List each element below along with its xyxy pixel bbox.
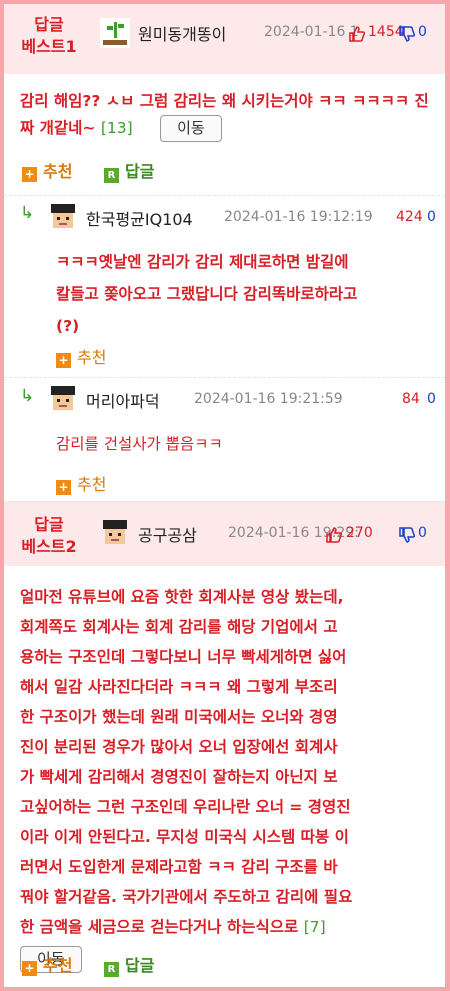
thumb-up-icon[interactable] bbox=[326, 527, 342, 543]
plus-icon: + bbox=[22, 961, 37, 976]
author-nick[interactable]: 공구공삼 bbox=[138, 522, 197, 546]
best-label: 답글 베스트1 bbox=[21, 15, 77, 56]
comment-date: 2024-01-16 19:21:59 bbox=[194, 391, 343, 407]
reply-count: [7] bbox=[303, 918, 326, 936]
comment-date: 2024-01-16 1 bbox=[264, 24, 359, 40]
best-comment-2-header: 답글 베스트2 공구공삼 2024-01-16 19:29: 270 0 bbox=[4, 502, 445, 566]
best-label: 답글 베스트2 bbox=[21, 515, 77, 556]
recommend-button[interactable]: + 추천 bbox=[22, 952, 72, 976]
divider bbox=[4, 195, 445, 196]
best-comment-2-body: 얼마전 유튜브에 요즘 핫한 회계사분 영상 봤는데, 회계쪽도 회계사는 회계… bbox=[20, 582, 444, 974]
divider bbox=[4, 377, 445, 378]
author-nick[interactable]: 원미동개똥이 bbox=[138, 21, 226, 45]
reply-button[interactable]: R 답글 bbox=[104, 158, 154, 183]
up-count: 424 bbox=[396, 209, 423, 225]
down-count: 0 bbox=[418, 24, 427, 40]
down-count: 0 bbox=[427, 391, 436, 407]
reply-r-icon: R bbox=[104, 962, 119, 977]
plus-icon: + bbox=[22, 167, 37, 182]
reply-r-icon: R bbox=[104, 168, 119, 183]
comment-list: 답글 베스트1 원미동개똥이 2024-01-16 1 1454 0 감리 해임… bbox=[4, 4, 445, 987]
up-count: 84 bbox=[402, 391, 420, 407]
plus-icon: + bbox=[56, 353, 71, 368]
recommend-button[interactable]: + 추천 bbox=[56, 344, 106, 368]
reply-count: [13] bbox=[100, 119, 133, 137]
best-comment-1-body: 감리 해임?? ㅅㅂ 그럼 감리는 왜 시키는거야 ㅋㅋ ㅋㅋㅋㅋ 진짜 개같네… bbox=[20, 88, 440, 142]
up-count: 270 bbox=[346, 525, 373, 541]
sprout-avatar-icon[interactable] bbox=[100, 18, 130, 48]
comment-date: 2024-01-16 19:12:19 bbox=[224, 209, 373, 225]
pixel-face-avatar-icon[interactable] bbox=[48, 202, 78, 232]
best-comment-1-header: 답글 베스트1 원미동개똥이 2024-01-16 1 1454 0 bbox=[4, 4, 445, 74]
reply-arrow-icon: ↳ bbox=[20, 203, 35, 223]
thumb-up-icon[interactable] bbox=[349, 26, 365, 42]
pixel-face-avatar-icon[interactable] bbox=[48, 384, 78, 414]
reply-button[interactable]: R 답글 bbox=[104, 952, 154, 977]
reply-1-body: ㅋㅋㅋ옛날엔 감리가 감리 제대로하면 밤길에 칼들고 쫒아오고 그랬답니다 감… bbox=[56, 253, 358, 335]
down-count: 0 bbox=[418, 525, 427, 541]
move-button[interactable]: 이동 bbox=[160, 115, 222, 142]
thumb-down-icon[interactable] bbox=[399, 26, 415, 42]
author-nick[interactable]: 한국평균IQ104 bbox=[86, 206, 193, 230]
thumb-down-icon[interactable] bbox=[399, 527, 415, 543]
recommend-button[interactable]: + 추천 bbox=[56, 471, 106, 495]
plus-icon: + bbox=[56, 480, 71, 495]
reply-arrow-icon: ↳ bbox=[20, 386, 35, 406]
author-nick[interactable]: 머리아파덕 bbox=[86, 388, 160, 412]
recommend-button[interactable]: + 추천 bbox=[22, 158, 72, 182]
pixel-face-avatar-icon[interactable] bbox=[100, 518, 130, 548]
reply-2-body: 감리를 건설사가 뽑음ㅋㅋ bbox=[56, 435, 223, 453]
down-count: 0 bbox=[427, 209, 436, 225]
